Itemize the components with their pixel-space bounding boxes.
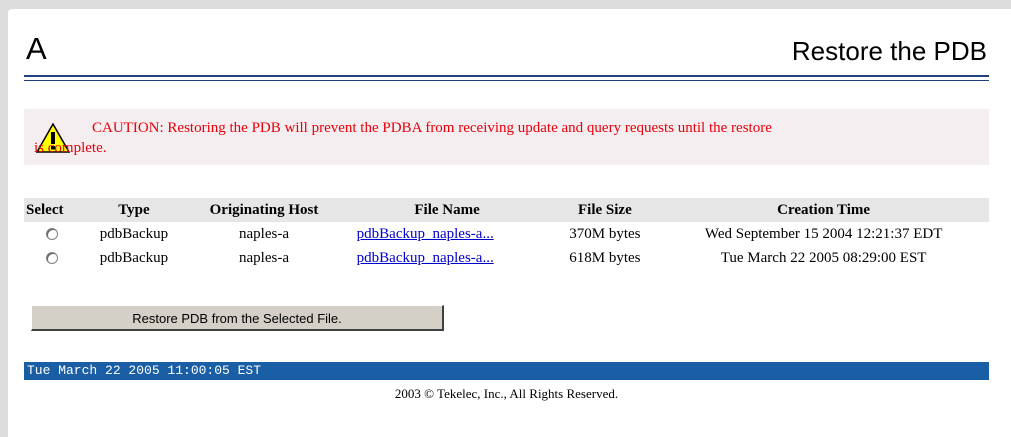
- restore-pdb-button[interactable]: Restore PDB from the Selected File.: [31, 305, 444, 331]
- cell-host: naples-a: [239, 249, 289, 266]
- copyright-footer: 2003 © Tekelec, Inc., All Rights Reserve…: [394, 386, 619, 401]
- caution-line-1: CAUTION: Restoring the PDB will prevent …: [92, 120, 772, 136]
- select-radio[interactable]: [46, 228, 58, 241]
- caution-box: CAUTION: Restoring the PDB will prevent …: [24, 109, 989, 165]
- cell-type: pdbBackup: [99, 249, 169, 266]
- col-originating-host: Originating Host: [185, 198, 343, 222]
- cell-creation-time: Tue March 22 2005 08:29:00 EST: [720, 249, 927, 266]
- table-row: pdbBackup naples-a pdbBackup_naples-a...…: [24, 246, 989, 270]
- header-rule-thin: [24, 80, 989, 81]
- file-name-link[interactable]: pdbBackup_naples-a...: [357, 226, 494, 242]
- backup-files-table: Select Type Originating Host File Name F…: [24, 198, 989, 270]
- cell-file-size: 370M bytes: [569, 225, 641, 242]
- cell-host: naples-a: [239, 225, 289, 242]
- col-type: Type: [82, 198, 186, 222]
- table-header-row: Select Type Originating Host File Name F…: [24, 198, 989, 222]
- col-file-size: File Size: [551, 198, 659, 222]
- page: A Restore the PDB CAUTION: Restoring the…: [8, 9, 1011, 437]
- caution-line-2: is complete.: [34, 140, 107, 156]
- col-file-name: File Name: [342, 198, 552, 222]
- file-name-link[interactable]: pdbBackup_naples-a...: [357, 250, 494, 266]
- header-rule: [24, 75, 989, 77]
- header-letter: A: [26, 31, 47, 66]
- page-title: Restore the PDB: [791, 36, 987, 66]
- cell-file-size: 618M bytes: [569, 249, 641, 266]
- col-select: Select: [24, 198, 83, 222]
- cell-type: pdbBackup: [99, 225, 169, 242]
- caution-text: CAUTION: Restoring the PDB will prevent …: [34, 118, 982, 156]
- cell-creation-time: Wed September 15 2004 12:21:37 EDT: [704, 225, 943, 242]
- col-creation-time: Creation Time: [658, 198, 989, 222]
- table-row: pdbBackup naples-a pdbBackup_naples-a...…: [24, 222, 989, 246]
- select-radio[interactable]: [46, 252, 58, 265]
- status-bar-timestamp: Tue March 22 2005 11:00:05 EST: [24, 362, 989, 380]
